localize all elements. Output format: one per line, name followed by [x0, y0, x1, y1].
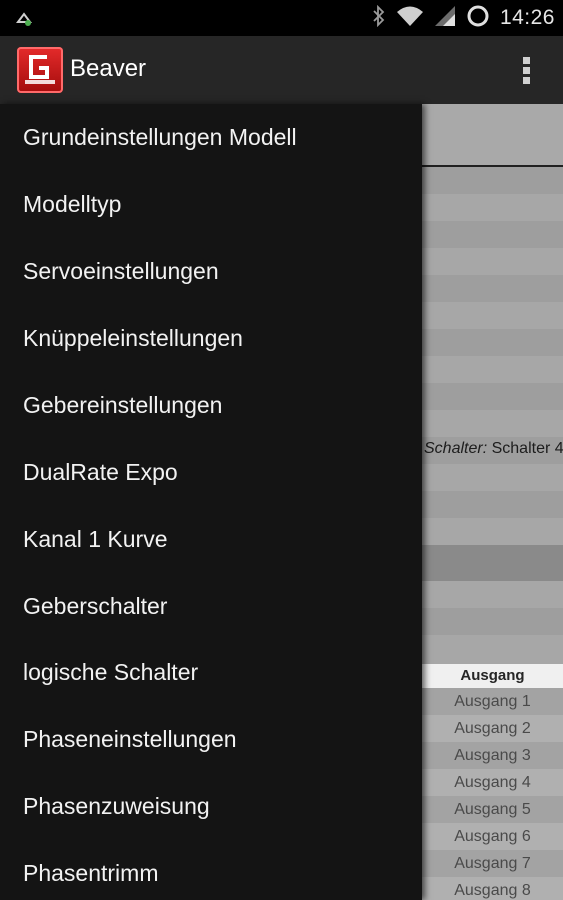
schalter-line: Schalter: Schalter 4 [424, 440, 563, 458]
battery-icon [466, 4, 490, 33]
table-row[interactable]: Ausgang 6 [422, 823, 563, 850]
table-row[interactable]: Ausgang 8 [422, 877, 563, 900]
drawer-item-logische-schalter[interactable]: logische Schalter [0, 639, 422, 705]
drawer-item-gebereinstellungen[interactable]: Gebereinstellungen [0, 372, 422, 438]
schalter-label: Schalter: [424, 440, 488, 457]
overflow-menu-icon[interactable] [517, 53, 537, 89]
drawer-item-kanal-1-kurve[interactable]: Kanal 1 Kurve [0, 506, 422, 572]
content-row [422, 167, 563, 194]
content-row [422, 518, 563, 545]
schalter-value: Schalter 4 [491, 440, 563, 457]
table-row[interactable]: Ausgang 3 [422, 742, 563, 769]
content-row [422, 221, 563, 248]
content-row [422, 356, 563, 383]
navigation-drawer: Grundeinstellungen Modell Modelltyp Serv… [0, 104, 422, 900]
content-row [422, 383, 563, 410]
status-icons: 14:26 [372, 0, 555, 36]
content-row [422, 581, 563, 608]
drawer-item-geberschalter[interactable]: Geberschalter [0, 573, 422, 639]
table-row[interactable]: Ausgang 7 [422, 850, 563, 877]
content-row [422, 608, 563, 635]
wifi-icon [396, 5, 424, 32]
signal-icon [434, 5, 456, 32]
table-row[interactable]: Ausgang 1 [422, 688, 563, 715]
bluetooth-icon [372, 4, 386, 32]
notification-icon [14, 8, 34, 28]
content-row [422, 275, 563, 302]
app-logo-icon[interactable] [17, 47, 63, 93]
table-row[interactable]: Ausgang 2 [422, 715, 563, 742]
action-bar: Beaver [0, 36, 563, 105]
app-title: Beaver [70, 55, 147, 82]
app-screen: 14:26 Beaver Schalter: Schalter 4 Ausgan… [0, 0, 563, 900]
drawer-item-phasentrimm[interactable]: Phasentrimm [0, 840, 422, 900]
content-row [422, 491, 563, 518]
content-row [422, 635, 563, 664]
drawer-item-dualrate-expo[interactable]: DualRate Expo [0, 439, 422, 505]
content-header [422, 104, 563, 167]
content-row [422, 248, 563, 275]
content-row [422, 302, 563, 329]
drawer-item-servoeinstellungen[interactable]: Servoeinstellungen [0, 238, 422, 304]
content-row [422, 194, 563, 221]
content-row [422, 410, 563, 437]
drawer-item-phaseneinstellungen[interactable]: Phaseneinstellungen [0, 706, 422, 772]
drawer-item-modelltyp[interactable]: Modelltyp [0, 171, 422, 237]
status-bar: 14:26 [0, 0, 563, 36]
drawer-item-knueppeleinstellungen[interactable]: Knüppeleinstellungen [0, 305, 422, 371]
content-row [422, 329, 563, 356]
main-content: Schalter: Schalter 4 Ausgang Ausgang 1 A… [422, 104, 563, 900]
drawer-item-grundeinstellungen-modell[interactable]: Grundeinstellungen Modell [0, 104, 422, 170]
content-row [422, 545, 563, 581]
content-row [422, 464, 563, 491]
table-row[interactable]: Ausgang 4 [422, 769, 563, 796]
status-time: 14:26 [499, 6, 555, 29]
drawer-item-phasenzuweisung[interactable]: Phasenzuweisung [0, 773, 422, 839]
table-row[interactable]: Ausgang 5 [422, 796, 563, 823]
table-header-ausgang: Ausgang [460, 667, 525, 684]
